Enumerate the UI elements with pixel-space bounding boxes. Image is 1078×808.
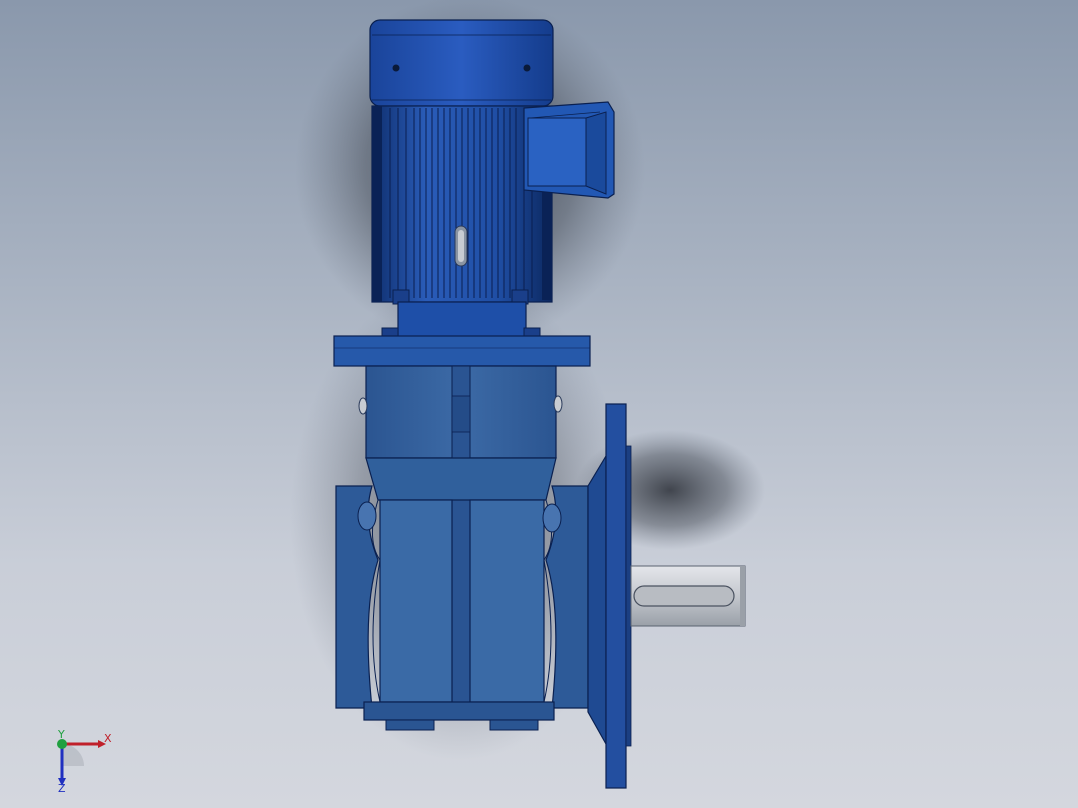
axis-triad: X Y Z [57,728,112,792]
motor-fan-cover [369,19,554,107]
adapter-flange [333,335,591,367]
y-axis-label: Y [57,728,65,741]
gearmotor-model[interactable] [0,0,1078,808]
output-shaft [630,565,746,627]
z-axis-label: Z [58,782,66,792]
graphics-viewport[interactable]: X Y Z [0,0,1078,808]
motor-adapter [381,301,541,339]
terminal-box [523,101,615,199]
x-axis-label: X [104,732,112,745]
